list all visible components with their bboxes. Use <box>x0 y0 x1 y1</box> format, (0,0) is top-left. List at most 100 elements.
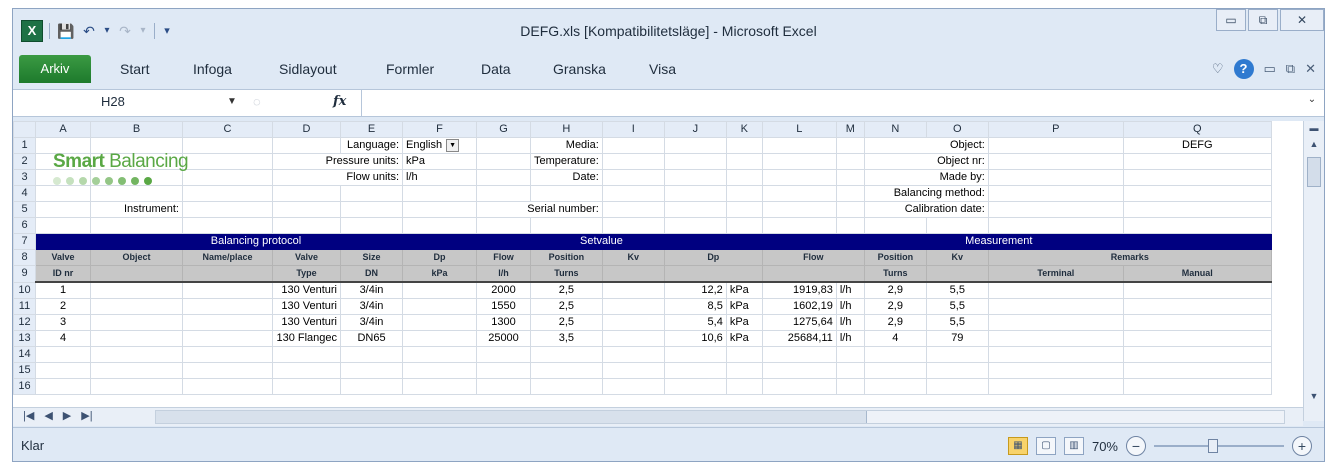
cell[interactable] <box>476 362 531 379</box>
cell[interactable] <box>402 281 477 299</box>
formula-input[interactable] <box>369 92 1300 112</box>
column-header[interactable]: I <box>601 121 665 138</box>
page-break-view-button[interactable]: ▥ <box>1063 437 1084 455</box>
cell[interactable] <box>835 153 865 170</box>
cell[interactable] <box>987 217 1124 234</box>
cell[interactable] <box>1122 153 1272 170</box>
cell[interactable] <box>663 137 727 154</box>
cell[interactable] <box>402 378 477 395</box>
size-cell[interactable]: 3/4in <box>340 298 403 315</box>
column-header[interactable]: D <box>272 121 341 138</box>
expand-formula-bar-icon[interactable]: ⌄ <box>1304 94 1320 110</box>
cell[interactable] <box>1122 169 1272 186</box>
cell[interactable] <box>863 346 927 363</box>
cell[interactable] <box>35 362 91 379</box>
cell[interactable] <box>90 314 183 331</box>
valve-id-cell[interactable]: 3 <box>35 314 91 331</box>
scroll-up-icon[interactable]: ▲ <box>1307 139 1321 153</box>
column-header[interactable]: G <box>476 121 531 138</box>
cell[interactable] <box>601 330 665 347</box>
cell[interactable] <box>1122 185 1272 202</box>
cell[interactable] <box>925 362 989 379</box>
cell[interactable] <box>601 281 665 299</box>
tab-granska[interactable]: Granska <box>553 61 606 77</box>
cell[interactable] <box>182 314 273 331</box>
cell[interactable] <box>725 201 763 218</box>
valve-type-cell[interactable]: 130 Venturi <box>272 281 341 299</box>
cell[interactable] <box>663 378 727 395</box>
cell[interactable] <box>340 362 403 379</box>
cell[interactable] <box>987 314 1124 331</box>
cell[interactable] <box>925 217 989 234</box>
valve-type-cell[interactable]: 130 Venturi <box>272 298 341 315</box>
workbook-close-icon[interactable]: ✕ <box>1305 61 1316 77</box>
cell[interactable] <box>725 137 763 154</box>
column-header[interactable]: K <box>725 121 763 138</box>
cell[interactable] <box>663 362 727 379</box>
cell[interactable] <box>90 185 183 202</box>
measured-flow-unit-cell[interactable]: l/h <box>835 330 865 347</box>
measured-flow-cell[interactable]: 1919,83 <box>761 281 837 299</box>
zoom-thumb[interactable] <box>1208 439 1218 453</box>
horizontal-scrollbar[interactable] <box>155 410 1285 424</box>
cell[interactable] <box>182 346 273 363</box>
column-header[interactable]: J <box>663 121 727 138</box>
cell[interactable] <box>476 153 531 170</box>
cell[interactable] <box>725 185 763 202</box>
cell[interactable] <box>402 185 477 202</box>
prev-sheet-icon[interactable]: ◀ <box>44 409 52 422</box>
cell[interactable] <box>530 378 603 395</box>
cell[interactable] <box>663 169 727 186</box>
measured-flow-unit-cell[interactable]: l/h <box>835 298 865 315</box>
row-header[interactable]: 2 <box>13 153 36 170</box>
row-header[interactable]: 8 <box>13 249 36 266</box>
flow-units-value[interactable]: l/h <box>402 169 477 186</box>
cell[interactable] <box>725 169 763 186</box>
row-header[interactable]: 5 <box>13 201 36 218</box>
cell[interactable] <box>835 185 865 202</box>
cell[interactable] <box>725 378 763 395</box>
dropdown-arrow-icon[interactable]: ▼ <box>446 138 460 152</box>
cell[interactable] <box>663 201 727 218</box>
column-header[interactable]: O <box>925 121 989 138</box>
split-box-icon[interactable]: ▬ <box>1307 123 1321 137</box>
cell[interactable] <box>476 346 531 363</box>
column-header[interactable]: C <box>182 121 273 138</box>
position-cell[interactable]: 2,5 <box>530 314 603 331</box>
measured-dp-unit-cell[interactable]: kPa <box>725 281 763 299</box>
zoom-level[interactable]: 70% <box>1092 439 1118 454</box>
valve-type-cell[interactable]: 130 Venturi <box>272 314 341 331</box>
cell[interactable] <box>272 217 341 234</box>
column-header[interactable]: P <box>987 121 1124 138</box>
cell[interactable] <box>272 201 341 218</box>
last-sheet-icon[interactable]: ▶| <box>81 409 92 422</box>
cell[interactable] <box>272 185 341 202</box>
cell[interactable] <box>340 201 403 218</box>
workbook-restore-icon[interactable]: ⧉ <box>1286 61 1295 77</box>
cell[interactable] <box>761 362 837 379</box>
column-header[interactable]: A <box>35 121 91 138</box>
cell[interactable] <box>1122 298 1272 315</box>
cell[interactable] <box>35 378 91 395</box>
cell[interactable] <box>35 185 91 202</box>
measured-dp-unit-cell[interactable]: kPa <box>725 298 763 315</box>
cell[interactable] <box>725 153 763 170</box>
cell[interactable] <box>1122 201 1272 218</box>
cell[interactable] <box>925 378 989 395</box>
row-header[interactable]: 16 <box>13 378 36 395</box>
row-header[interactable]: 3 <box>13 169 36 186</box>
cell[interactable] <box>530 362 603 379</box>
cell[interactable] <box>272 362 341 379</box>
measured-position-cell[interactable]: 4 <box>863 330 927 347</box>
cell[interactable] <box>340 346 403 363</box>
cell[interactable] <box>761 185 837 202</box>
column-header[interactable]: H <box>530 121 603 138</box>
cell[interactable] <box>835 346 865 363</box>
flow-cell[interactable]: 1550 <box>476 298 531 315</box>
cell[interactable] <box>601 298 665 315</box>
column-header[interactable]: B <box>90 121 183 138</box>
cell[interactable] <box>987 137 1124 154</box>
cell[interactable] <box>340 378 403 395</box>
cell[interactable] <box>530 185 603 202</box>
cell[interactable] <box>35 346 91 363</box>
